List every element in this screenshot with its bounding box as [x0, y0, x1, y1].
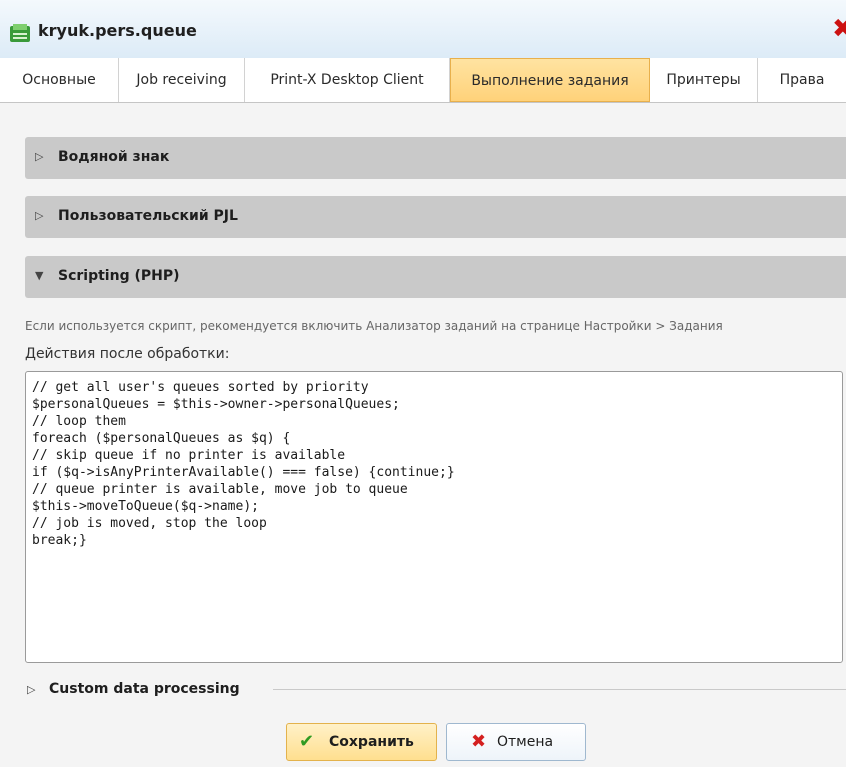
x-icon: ✖ [471, 731, 487, 752]
section-pjl-header[interactable]: ▷ Пользовательский PJL [25, 196, 846, 238]
code-line: if ($q->isAnyPrinterAvailable() === fals… [32, 465, 455, 480]
expand-triangle-icon: ▷ [35, 150, 44, 163]
checkmark-icon: ✔ [299, 731, 315, 752]
window-title: kryuk.pers.queue [38, 21, 197, 40]
section-scripting-header[interactable]: ▼ Scripting (PHP) [25, 256, 846, 298]
cancel-button-label: Отмена [497, 734, 554, 750]
code-line: break;} [32, 533, 87, 548]
close-icon[interactable]: ✖ [832, 16, 846, 42]
tab-rights[interactable]: Права [758, 58, 846, 102]
code-line: foreach ($personalQueues as $q) { [32, 431, 291, 446]
tab-printers[interactable]: Принтеры [650, 58, 758, 102]
collapse-triangle-icon: ▼ [35, 269, 44, 282]
tab-bar: Основные Job receiving Print-X Desktop C… [0, 58, 846, 103]
save-button-label: Сохранить [329, 734, 414, 750]
expand-triangle-icon: ▷ [35, 209, 44, 222]
scripting-hint: Если используется скрипт, рекомендуется … [25, 319, 723, 333]
section-scripting-label: Scripting (PHP) [58, 268, 180, 284]
code-line: // get all user's queues sorted by prior… [32, 380, 369, 395]
code-line: // skip queue if no printer is available [32, 448, 346, 463]
section-watermark-label: Водяной знак [58, 149, 170, 165]
code-line: // loop them [32, 414, 126, 429]
tab-basic[interactable]: Основные [0, 58, 119, 102]
code-line: // job is moved, stop the loop [32, 516, 267, 531]
expand-triangle-icon: ▷ [27, 683, 36, 696]
queue-icon [10, 24, 30, 42]
section-custom-data-label: Custom data processing [49, 681, 240, 697]
code-line: $personalQueues = $this->owner->personal… [32, 397, 400, 412]
section-watermark-header[interactable]: ▷ Водяной знак [25, 137, 846, 179]
section-custom-data-header[interactable]: ▷ Custom data processing [25, 679, 846, 701]
cancel-button[interactable]: ✖ Отмена [446, 723, 586, 761]
save-button[interactable]: ✔ Сохранить [286, 723, 437, 761]
script-editor[interactable]: // get all user's queues sorted by prior… [25, 371, 843, 663]
window-titlebar: kryuk.pers.queue ✖ [0, 0, 846, 67]
post-processing-label: Действия после обработки: [25, 346, 230, 362]
tab-job-execution[interactable]: Выполнение задания [450, 58, 650, 102]
code-line: // queue printer is available, move job … [32, 482, 408, 497]
tab-print-x-desktop-client[interactable]: Print-X Desktop Client [245, 58, 450, 102]
code-line: $this->moveToQueue($q->name); [32, 499, 259, 514]
tab-job-receiving[interactable]: Job receiving [119, 58, 245, 102]
divider [273, 689, 846, 690]
section-pjl-label: Пользовательский PJL [58, 208, 238, 224]
